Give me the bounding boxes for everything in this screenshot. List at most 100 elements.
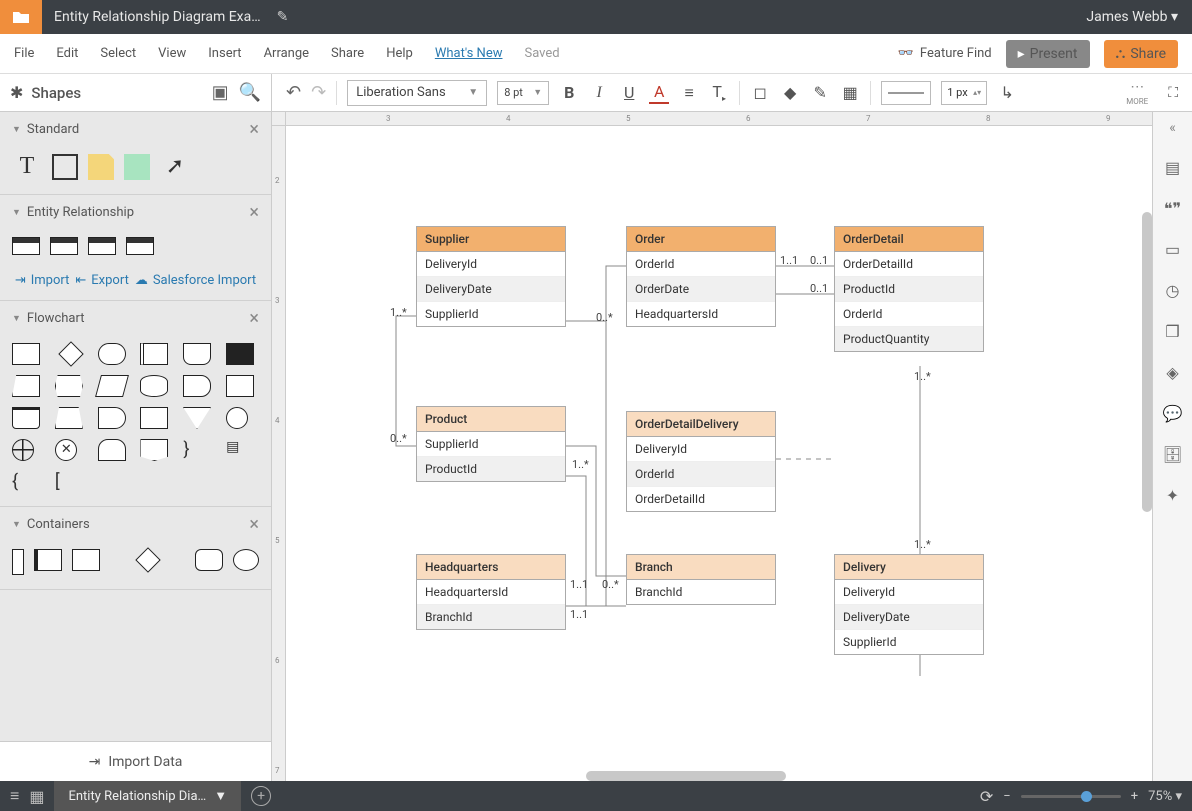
fc-shape[interactable] bbox=[183, 343, 211, 365]
feature-find[interactable]: 👓Feature Find bbox=[898, 46, 992, 61]
menu-share[interactable]: Share bbox=[331, 46, 364, 61]
page-tab[interactable]: Entity Relationship Dia…▼ bbox=[54, 781, 241, 811]
db-icon[interactable]: 🗄 bbox=[1162, 445, 1182, 464]
bold-button[interactable]: B bbox=[559, 83, 579, 102]
container-shape[interactable] bbox=[195, 549, 223, 571]
shape-fill-button[interactable]: ◻ bbox=[750, 83, 770, 102]
document-title[interactable]: Entity Relationship Diagram Exa… bbox=[42, 9, 273, 25]
menu-help[interactable]: Help bbox=[386, 46, 413, 61]
comments-icon[interactable]: ❝❞ bbox=[1164, 199, 1181, 218]
section-flowchart-header[interactable]: ▼Flowchart× bbox=[0, 301, 271, 335]
zoom-slider[interactable] bbox=[1021, 795, 1121, 798]
add-page-button[interactable]: + bbox=[251, 786, 271, 806]
border-color-button[interactable]: ✎ bbox=[810, 83, 830, 102]
container-shape[interactable] bbox=[135, 547, 160, 572]
fc-note[interactable]: ▤ bbox=[226, 439, 259, 461]
text-shape[interactable]: T bbox=[12, 154, 42, 178]
note-shape[interactable] bbox=[88, 154, 114, 180]
entity-orderdetaildelivery[interactable]: OrderDetailDelivery DeliveryId OrderId O… bbox=[626, 411, 776, 512]
italic-button[interactable]: I bbox=[589, 84, 609, 102]
page-icon[interactable]: ▤ bbox=[1165, 158, 1180, 177]
fc-process[interactable] bbox=[12, 343, 40, 365]
fc-decision[interactable] bbox=[59, 341, 84, 366]
canvas[interactable]: Supplier DeliveryId DeliveryDate Supplie… bbox=[286, 126, 1152, 781]
line-width-select[interactable]: 1 px▴▾ bbox=[941, 81, 987, 105]
fc-shape[interactable] bbox=[12, 407, 40, 429]
close-icon[interactable]: × bbox=[249, 308, 259, 329]
folder-icon[interactable] bbox=[0, 0, 42, 34]
menu-file[interactable]: File bbox=[14, 46, 34, 61]
fc-shape[interactable] bbox=[55, 375, 83, 397]
close-icon[interactable]: × bbox=[249, 514, 259, 535]
er-shape-1[interactable] bbox=[12, 237, 40, 255]
shapes-panel-label[interactable]: ✱Shapes bbox=[10, 83, 81, 102]
align-button[interactable]: ≡ bbox=[679, 83, 699, 103]
more-button[interactable]: ⋯MORE bbox=[1126, 79, 1148, 106]
entity-branch[interactable]: Branch BranchId bbox=[626, 554, 776, 605]
share-button[interactable]: ⛬Share bbox=[1104, 40, 1179, 68]
container-shape[interactable] bbox=[72, 549, 100, 571]
shape-options-button[interactable]: ▦ bbox=[840, 83, 860, 102]
fc-shape[interactable] bbox=[183, 375, 211, 397]
entity-delivery[interactable]: Delivery DeliveryId DeliveryDate Supplie… bbox=[834, 554, 984, 655]
menu-select[interactable]: Select bbox=[100, 46, 136, 61]
grid-view-icon[interactable]: ▦ bbox=[29, 787, 44, 806]
present-button[interactable]: ▸ Present bbox=[1006, 40, 1090, 68]
horizontal-scrollbar[interactable] bbox=[586, 771, 786, 781]
zoom-level[interactable]: 75% ▾ bbox=[1148, 789, 1182, 804]
container-shape[interactable] bbox=[233, 549, 259, 571]
text-options-button[interactable]: T▸ bbox=[709, 82, 729, 103]
menu-insert[interactable]: Insert bbox=[208, 46, 241, 61]
font-select[interactable]: Liberation Sans▼ bbox=[347, 80, 487, 106]
fc-brace[interactable]: { bbox=[12, 471, 45, 492]
image-icon[interactable]: ▣ bbox=[212, 82, 229, 103]
fc-connector[interactable] bbox=[226, 407, 248, 429]
menu-arrange[interactable]: Arrange bbox=[264, 46, 309, 61]
history-icon[interactable]: ◷ bbox=[1166, 281, 1180, 300]
fc-shape[interactable] bbox=[140, 375, 168, 397]
fc-shape[interactable] bbox=[140, 439, 168, 461]
fc-shape[interactable] bbox=[95, 375, 129, 397]
er-shape-2[interactable] bbox=[50, 237, 78, 255]
entity-orderdetail[interactable]: OrderDetail OrderDetailId ProductId Orde… bbox=[834, 226, 984, 352]
entity-product[interactable]: Product SupplierId ProductId bbox=[416, 406, 566, 482]
fc-shape[interactable] bbox=[98, 439, 126, 461]
chat-icon[interactable]: 💬 bbox=[1163, 404, 1183, 423]
fc-brace[interactable]: } bbox=[183, 439, 216, 461]
entity-order[interactable]: Order OrderId OrderDate HeadquartersId bbox=[626, 226, 776, 327]
section-containers-header[interactable]: ▼Containers× bbox=[0, 507, 271, 541]
sync-icon[interactable]: ⟳ bbox=[980, 787, 993, 806]
fc-bracket[interactable]: [ bbox=[55, 471, 88, 492]
entity-supplier[interactable]: Supplier DeliveryId DeliveryDate Supplie… bbox=[416, 226, 566, 327]
fc-shape[interactable] bbox=[12, 375, 40, 397]
fill-color-button[interactable]: ◆ bbox=[780, 83, 800, 102]
fc-shape[interactable] bbox=[140, 343, 168, 365]
rectangle-shape[interactable] bbox=[52, 154, 78, 180]
line-options-button[interactable]: ↳ bbox=[997, 83, 1017, 102]
menu-edit[interactable]: Edit bbox=[56, 46, 78, 61]
search-icon[interactable]: 🔍 bbox=[239, 82, 261, 103]
zoom-out-button[interactable]: − bbox=[1003, 789, 1010, 804]
section-standard-header[interactable]: ▼Standard× bbox=[0, 112, 271, 146]
arrow-shape[interactable]: ➚ bbox=[160, 154, 190, 178]
edit-title-icon[interactable]: ✎ bbox=[277, 9, 289, 25]
export-link[interactable]: ⇤ Export bbox=[75, 273, 128, 288]
fc-shape[interactable] bbox=[98, 407, 126, 429]
line-style-select[interactable] bbox=[881, 81, 931, 105]
data-icon[interactable]: ◈ bbox=[1166, 363, 1178, 382]
magic-icon[interactable]: ✦ bbox=[1166, 486, 1179, 505]
menu-view[interactable]: View bbox=[158, 46, 186, 61]
close-icon[interactable]: × bbox=[249, 202, 259, 223]
vertical-scrollbar[interactable] bbox=[1142, 212, 1152, 512]
layers-icon[interactable]: ❒ bbox=[1165, 322, 1179, 341]
fc-shape[interactable] bbox=[226, 343, 254, 365]
zoom-in-button[interactable]: + bbox=[1131, 789, 1138, 804]
underline-button[interactable]: U bbox=[619, 83, 639, 102]
er-shape-4[interactable] bbox=[126, 237, 154, 255]
present-icon[interactable]: ▭ bbox=[1165, 240, 1180, 259]
er-shape-3[interactable] bbox=[88, 237, 116, 255]
fc-shape[interactable] bbox=[12, 439, 34, 461]
fc-shape[interactable] bbox=[226, 375, 254, 397]
section-er-header[interactable]: ▼Entity Relationship× bbox=[0, 195, 271, 229]
user-menu[interactable]: James Webb ▾ bbox=[1086, 9, 1178, 25]
